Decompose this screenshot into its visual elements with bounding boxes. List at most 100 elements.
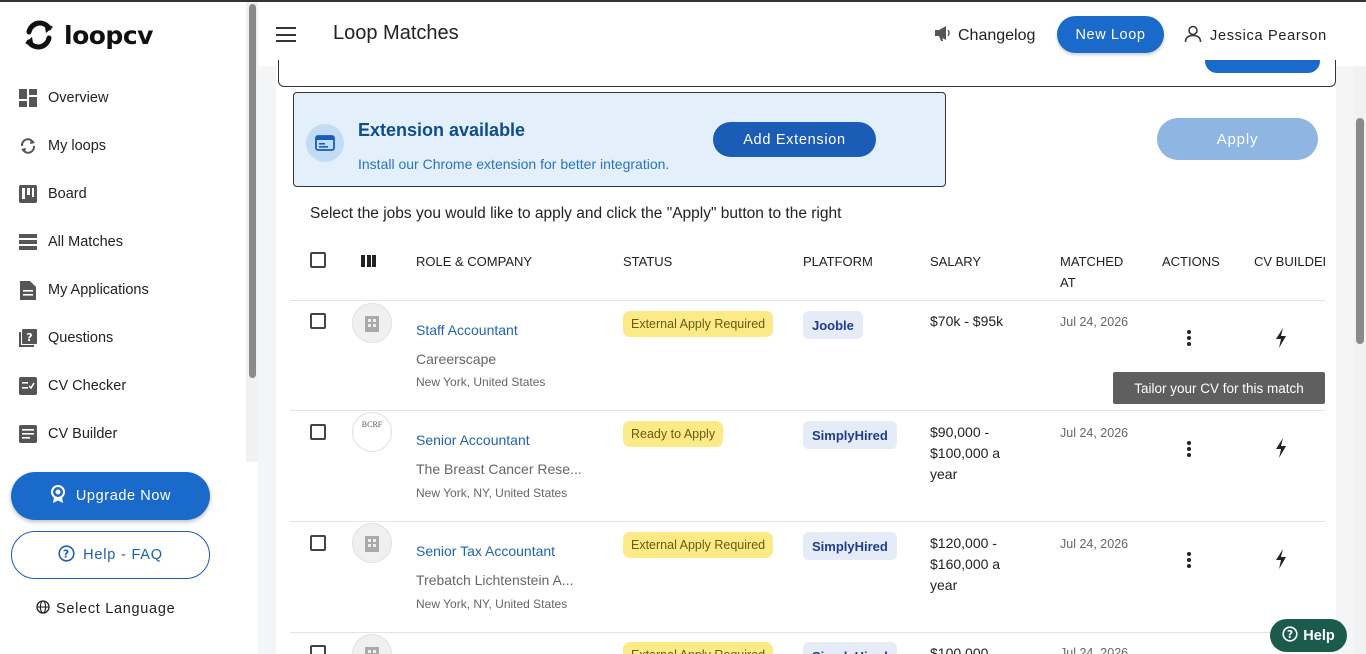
sidebar: loopcv Overview My loops Board All Match… xyxy=(0,2,246,654)
help-faq-button[interactable]: ? Help - FAQ xyxy=(11,531,210,579)
previous-card-edge xyxy=(278,60,1336,87)
logo-text: loopcv xyxy=(64,20,153,50)
sidebar-item-my-loops[interactable]: My loops xyxy=(18,134,106,158)
svg-text:?: ? xyxy=(1287,629,1293,641)
salary-text: $120,000 - $160,000 a year xyxy=(930,535,1001,593)
help-circle-icon: ? xyxy=(1282,625,1298,646)
megaphone-icon xyxy=(934,24,954,47)
sidebar-item-label: CV Builder xyxy=(48,426,118,442)
sidebar-item-label: Board xyxy=(48,186,87,202)
header-role-company: ROLE & COMPANY xyxy=(416,254,533,269)
company-name: Trebatch Lichtenstein A... xyxy=(416,572,574,588)
upgrade-now-label: Upgrade Now xyxy=(75,488,172,504)
job-location: New York, NY, United States xyxy=(416,486,568,500)
sync-icon xyxy=(18,137,37,156)
bcrf-logo: BCRF xyxy=(361,419,383,429)
row-divider xyxy=(290,410,1325,411)
sidebar-item-label: My Applications xyxy=(48,282,149,298)
sidebar-item-label: My loops xyxy=(48,138,107,154)
new-loop-button[interactable]: New Loop xyxy=(1057,16,1164,53)
header-matched-at: MATCHED AT xyxy=(1060,254,1124,290)
company-avatar xyxy=(352,523,392,563)
select-language[interactable]: Select Language xyxy=(36,600,175,618)
matched-date: Jul 24, 2026 xyxy=(1060,537,1129,551)
header-actions: ACTIONS xyxy=(1162,254,1220,269)
building-icon xyxy=(365,536,379,552)
company-name: The Breast Cancer Rese... xyxy=(416,461,582,477)
user-menu[interactable]: Jessica Pearson xyxy=(1184,25,1327,47)
board-icon xyxy=(18,185,37,204)
loop-logo-icon xyxy=(25,20,53,50)
building-icon xyxy=(365,647,379,654)
add-extension-button[interactable]: Add Extension xyxy=(713,122,876,157)
select-all-checkbox[interactable] xyxy=(310,252,326,268)
globe-icon xyxy=(36,600,50,618)
help-circle-icon: ? xyxy=(58,544,75,566)
job-location: New York, NY, United States xyxy=(416,597,568,611)
status-badge: External Apply Required xyxy=(623,311,774,337)
matched-date: Jul 24, 2026 xyxy=(1060,646,1129,654)
lightning-icon[interactable] xyxy=(1274,328,1288,348)
job-location: New York, United States xyxy=(416,375,546,389)
menu-icon[interactable] xyxy=(276,27,296,42)
job-role-link[interactable]: Staff Accountant xyxy=(416,322,518,338)
company-logo: BCRF xyxy=(352,412,392,452)
question-icon: ? xyxy=(18,329,37,348)
salary-text: $70k - $95k xyxy=(930,313,1004,329)
header-salary: SALARY xyxy=(930,254,982,269)
status-badge: External Apply Required xyxy=(623,642,774,654)
row-checkbox[interactable] xyxy=(310,313,326,329)
row-divider xyxy=(290,521,1325,522)
sidebar-item-label: All Matches xyxy=(48,234,123,250)
matched-date: Jul 24, 2026 xyxy=(1060,426,1129,440)
sidebar-item-cv-builder[interactable]: CV Builder xyxy=(18,422,117,446)
extension-subtitle: Install our Chrome extension for better … xyxy=(358,156,670,172)
sidebar-item-label: CV Checker xyxy=(48,378,127,394)
platform-badge: SimplyHired xyxy=(803,532,897,560)
sidebar-item-board[interactable]: Board xyxy=(18,182,87,206)
sidebar-scrollbar-thumb[interactable] xyxy=(249,4,256,378)
sidebar-item-questions[interactable]: ? Questions xyxy=(18,326,113,350)
logo[interactable]: loopcv xyxy=(22,18,153,52)
checklist-icon xyxy=(18,377,37,396)
columns-icon[interactable] xyxy=(361,255,376,267)
platform-badge: Jooble xyxy=(803,311,863,339)
award-icon xyxy=(50,485,66,507)
company-avatar xyxy=(352,303,392,343)
main-scrollbar-thumb[interactable] xyxy=(1356,118,1364,344)
changelog-label: Changelog xyxy=(958,26,1036,44)
row-divider xyxy=(290,632,1325,633)
row-checkbox[interactable] xyxy=(310,424,326,440)
job-role-link[interactable]: Senior Tax Accountant xyxy=(416,543,555,559)
row-checkbox[interactable] xyxy=(310,535,326,551)
sidebar-item-overview[interactable]: Overview xyxy=(18,86,108,110)
lightning-icon[interactable] xyxy=(1274,549,1288,569)
sidebar-item-label: Overview xyxy=(48,90,109,106)
browser-icon xyxy=(306,124,344,162)
more-actions-icon[interactable] xyxy=(1187,441,1191,457)
apply-button[interactable]: Apply xyxy=(1157,118,1318,160)
sidebar-item-all-matches[interactable]: All Matches xyxy=(18,230,123,254)
more-actions-icon[interactable] xyxy=(1187,330,1191,346)
document-icon xyxy=(18,280,37,300)
sidebar-item-my-applications[interactable]: My Applications xyxy=(18,278,149,302)
upgrade-now-button[interactable]: Upgrade Now xyxy=(11,472,210,520)
more-actions-icon[interactable] xyxy=(1187,552,1191,568)
previous-card-button[interactable] xyxy=(1205,60,1320,73)
page-title: Loop Matches xyxy=(333,22,459,44)
select-language-label: Select Language xyxy=(56,601,176,617)
svg-text:?: ? xyxy=(26,331,32,344)
row-checkbox[interactable] xyxy=(310,645,326,654)
sidebar-item-cv-checker[interactable]: CV Checker xyxy=(18,374,126,398)
help-widget-button[interactable]: ? Help xyxy=(1270,619,1347,652)
platform-badge: SimplyHired xyxy=(803,642,897,654)
platform-badge: SimplyHired xyxy=(803,421,897,449)
dashboard-icon xyxy=(18,89,37,108)
help-faq-label: Help - FAQ xyxy=(83,547,163,563)
changelog-link[interactable]: Changelog xyxy=(934,24,1035,47)
job-role-link[interactable]: Senior Accountant xyxy=(416,432,530,448)
header-status: STATUS xyxy=(623,254,673,269)
salary-text: $90,000 - $100,000 a year xyxy=(930,424,1001,482)
lightning-icon[interactable] xyxy=(1274,438,1288,458)
user-icon xyxy=(1184,25,1202,47)
